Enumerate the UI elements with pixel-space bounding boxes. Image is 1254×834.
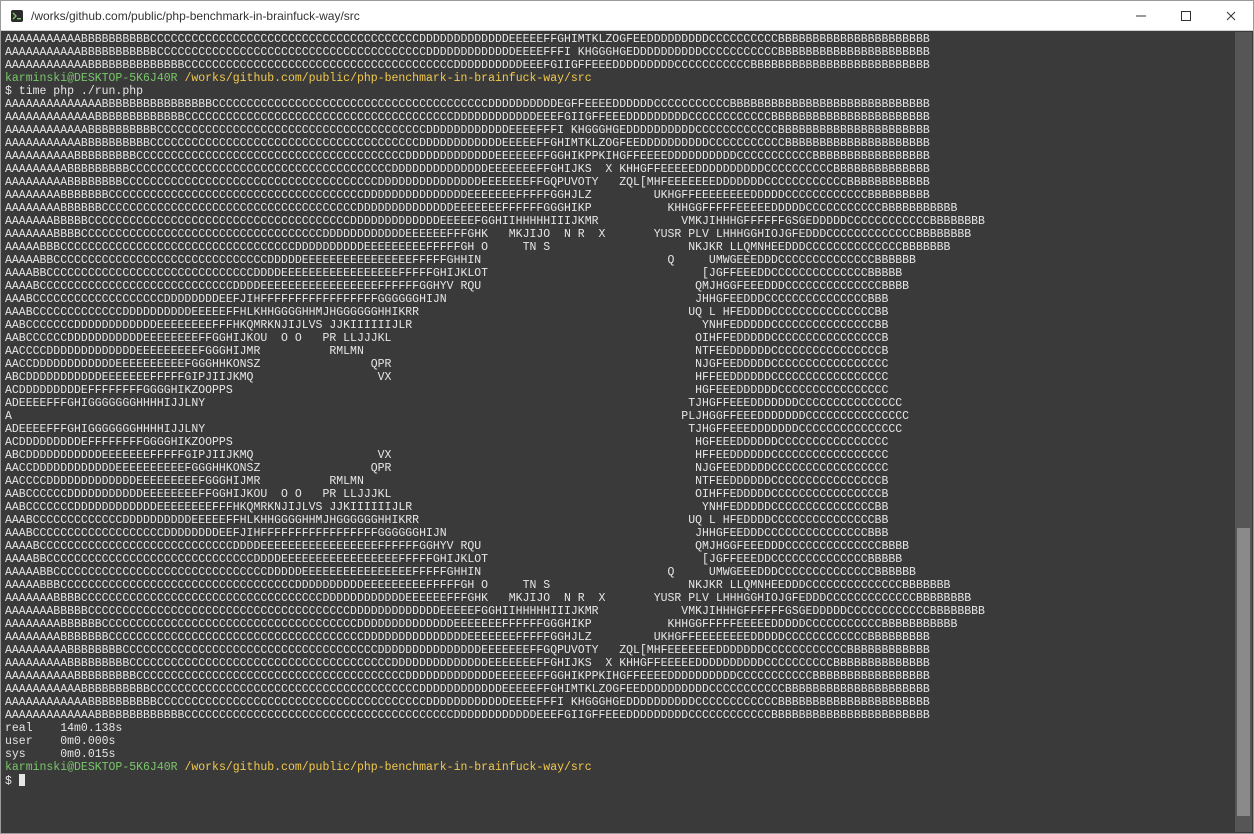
output-line: AAAAAAAAAAAAABBBBBBBBBBBBBCCCCCCCCCCCCCC… bbox=[5, 111, 1249, 124]
output-line: AAABCCCCCCCCCCCCCCCCCCCDDDDDDDDEEFJIHFFF… bbox=[5, 527, 1249, 540]
scrollbar-thumb[interactable] bbox=[1237, 528, 1250, 816]
timing-real: real 14m0.138s bbox=[5, 722, 1249, 735]
output-line: AAAAABBBCCCCCCCCCCCCCCCCCCCCCCCCCCCCCCCC… bbox=[5, 241, 1249, 254]
output-line: AAABCCCCCCCCCCCCCCCCCCCDDDDDDDDEEFJIHFFF… bbox=[5, 293, 1249, 306]
output-line: ACDDDDDDDDDEFFFFFFFFGGGGHIKZOOPPS HGFEEE… bbox=[5, 384, 1249, 397]
prompt-user-host: karminski@DESKTOP-5K6J40R bbox=[5, 72, 178, 85]
app-window: /works/github.com/public/php-benchmark-i… bbox=[0, 0, 1254, 834]
output-line: AAAAAAAAABBBBBBBBCCCCCCCCCCCCCCCCCCCCCCC… bbox=[5, 644, 1249, 657]
output-line: AAAAABBCCCCCCCCCCCCCCCCCCCCCCCCCCCCCCCDD… bbox=[5, 566, 1249, 579]
output-line: AACCDDDDDDDDDDDDEEEEEEEEEEFGGGHHKONSZ QP… bbox=[5, 462, 1249, 475]
terminal-output[interactable]: AAAAAAAAAAABBBBBBBBBBCCCCCCCCCCCCCCCCCCC… bbox=[1, 31, 1253, 833]
prompt-path: /works/github.com/public/php-benchmark-i… bbox=[184, 72, 591, 85]
timing-sys: sys 0m0.015s bbox=[5, 748, 1249, 761]
output-line: AAAAAAAABBBBBBCCCCCCCCCCCCCCCCCCCCCCCCCC… bbox=[5, 202, 1249, 215]
cursor bbox=[19, 774, 25, 786]
output-line: AAAAAAABBBBBCCCCCCCCCCCCCCCCCCCCCCCCCCCC… bbox=[5, 605, 1249, 618]
window-controls bbox=[1118, 1, 1253, 30]
output-line: AAAABBCCCCCCCCCCCCCCCCCCCCCCCCCCCCCCDDDD… bbox=[5, 553, 1249, 566]
output-line: AAAAAAAAAAAABBBBBBBBBBCCCCCCCCCCCCCCCCCC… bbox=[5, 696, 1249, 709]
output-line: ADEEEEFFFGHIGGGGGGGHHHHIJJLNY TJHGFFEEED… bbox=[5, 397, 1249, 410]
output-line: AAAAABBBCCCCCCCCCCCCCCCCCCCCCCCCCCCCCCCC… bbox=[5, 579, 1249, 592]
output-line: AAAAAAAAAAABBBBBBBBBBCCCCCCCCCCCCCCCCCCC… bbox=[5, 137, 1249, 150]
output-line: AAAAAAAAABBBBBBBBBCCCCCCCCCCCCCCCCCCCCCC… bbox=[5, 163, 1249, 176]
output-line: AABCCCCCCCDDDDDDDDDDDDEEEEEEEEFFFHKQMRKN… bbox=[5, 319, 1249, 332]
prompt-line: karminski@DESKTOP-5K6J40R /works/github.… bbox=[5, 761, 1249, 774]
output-line: AAAABCCCCCCCCCCCCCCCCCCCCCCCCCCCCDDDDEEE… bbox=[5, 280, 1249, 293]
output-line: AAAAAAAAAAAABBBBBBBBBBBBBBCCCCCCCCCCCCCC… bbox=[5, 59, 1249, 72]
close-button[interactable] bbox=[1208, 1, 1253, 30]
output-line: AAAAAAAAAAAAABBBBBBBBBBBBBCCCCCCCCCCCCCC… bbox=[5, 709, 1249, 722]
app-icon bbox=[9, 8, 25, 24]
output-line: AAAAAAAAAAABBBBBBBBBBCCCCCCCCCCCCCCCCCCC… bbox=[5, 33, 1249, 46]
output-line: ADEEEEFFFGHIGGGGGGGHHHHIJJLNY TJHGFFEEED… bbox=[5, 423, 1249, 436]
output-line: AAAABBCCCCCCCCCCCCCCCCCCCCCCCCCCCCCCDDDD… bbox=[5, 267, 1249, 280]
output-line: AAAAAAAAAAAAAABBBBBBBBBBBBBBBBCCCCCCCCCC… bbox=[5, 98, 1249, 111]
output-line: AAAABCCCCCCCCCCCCCCCCCCCCCCCCCCCCDDDDEEE… bbox=[5, 540, 1249, 553]
output-line: AAAAAAAABBBBBBCCCCCCCCCCCCCCCCCCCCCCCCCC… bbox=[5, 618, 1249, 631]
output-line: AAAAAAAAABBBBBBBBCCCCCCCCCCCCCCCCCCCCCCC… bbox=[5, 176, 1249, 189]
output-line: AACCCCDDDDDDDDDDDDDEEEEEEEEEFGGGHIJMR RM… bbox=[5, 475, 1249, 488]
output-line: AAAAAAABBBBCCCCCCCCCCCCCCCCCCCCCCCCCCCCC… bbox=[5, 228, 1249, 241]
maximize-button[interactable] bbox=[1163, 1, 1208, 30]
output-line: AAAAAAAAABBBBBBBBBCCCCCCCCCCCCCCCCCCCCCC… bbox=[5, 657, 1249, 670]
output-line: AACCCCDDDDDDDDDDDDDEEEEEEEEEFGGGHIJMR RM… bbox=[5, 345, 1249, 358]
window-title: /works/github.com/public/php-benchmark-i… bbox=[31, 9, 1118, 23]
output-line: AAAAAAAAAAABBBBBBBBBBCCCCCCCCCCCCCCCCCCC… bbox=[5, 683, 1249, 696]
output-line: ABCDDDDDDDDDDDEEEEEEEFFFFFGIPJIIJKMQ VX … bbox=[5, 371, 1249, 384]
scrollbar-track[interactable] bbox=[1235, 32, 1252, 832]
titlebar[interactable]: /works/github.com/public/php-benchmark-i… bbox=[1, 1, 1253, 31]
output-line: A PLJHGGFFEEEDDDDDDDCCCCCCCCCCCCCCC bbox=[5, 410, 1249, 423]
output-line: AAAAAAAAAAAABBBBBBBBBBCCCCCCCCCCCCCCCCCC… bbox=[5, 124, 1249, 137]
output-line: AAAAAAABBBBCCCCCCCCCCCCCCCCCCCCCCCCCCCCC… bbox=[5, 592, 1249, 605]
output-line: AAAAABBCCCCCCCCCCCCCCCCCCCCCCCCCCCCCCCDD… bbox=[5, 254, 1249, 267]
output-line: ABCDDDDDDDDDDDEEEEEEEFFFFFGIPJIIJKMQ VX … bbox=[5, 449, 1249, 462]
output-line: AABCCCCCCCDDDDDDDDDDDDEEEEEEEEFFFHKQMRKN… bbox=[5, 501, 1249, 514]
output-line: AAAAAAAAAABBBBBBBBBCCCCCCCCCCCCCCCCCCCCC… bbox=[5, 150, 1249, 163]
output-line: ACDDDDDDDDDEFFFFFFFFGGGGHIKZOOPPS HGFEEE… bbox=[5, 436, 1249, 449]
timing-user: user 0m0.000s bbox=[5, 735, 1249, 748]
command-line: $ time php ./run.php bbox=[5, 85, 1249, 98]
minimize-button[interactable] bbox=[1118, 1, 1163, 30]
output-line: AAAAAAAABBBBBBBCCCCCCCCCCCCCCCCCCCCCCCCC… bbox=[5, 189, 1249, 202]
output-line: AAAAAAAABBBBBBBCCCCCCCCCCCCCCCCCCCCCCCCC… bbox=[5, 631, 1249, 644]
prompt-path: /works/github.com/public/php-benchmark-i… bbox=[184, 761, 591, 774]
prompt-line: karminski@DESKTOP-5K6J40R /works/github.… bbox=[5, 72, 1249, 85]
output-line: AAAAAAAAAABBBBBBBBBCCCCCCCCCCCCCCCCCCCCC… bbox=[5, 670, 1249, 683]
prompt-input-line[interactable]: $ bbox=[5, 774, 1249, 788]
output-line: AABCCCCCCDDDDDDDDDDDEEEEEEEEFFGGHIJKOU O… bbox=[5, 332, 1249, 345]
vertical-scrollbar[interactable] bbox=[1235, 32, 1252, 832]
output-line: AAAAAAAAAAABBBBBBBBBBBCCCCCCCCCCCCCCCCCC… bbox=[5, 46, 1249, 59]
output-line: AABCCCCCCDDDDDDDDDDDEEEEEEEEFFGGHIJKOU O… bbox=[5, 488, 1249, 501]
output-line: AAABCCCCCCCCCCCCCDDDDDDDDDDEEEEEFFHLKHHG… bbox=[5, 514, 1249, 527]
output-line: AACCDDDDDDDDDDDDEEEEEEEEEEFGGGHHKONSZ QP… bbox=[5, 358, 1249, 371]
prompt-user-host: karminski@DESKTOP-5K6J40R bbox=[5, 761, 178, 774]
output-line: AAABCCCCCCCCCCCCCDDDDDDDDDDEEEEEFFHLKHHG… bbox=[5, 306, 1249, 319]
output-line: AAAAAAABBBBBCCCCCCCCCCCCCCCCCCCCCCCCCCCC… bbox=[5, 215, 1249, 228]
